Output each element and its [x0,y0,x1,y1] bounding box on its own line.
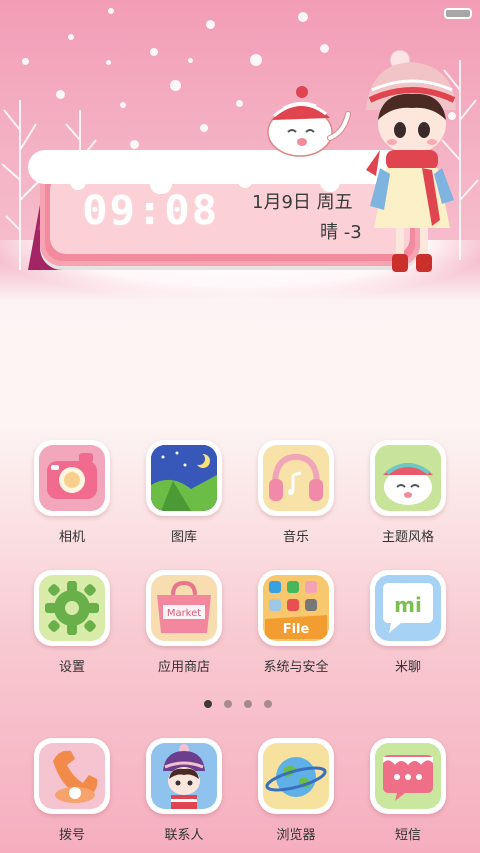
app-label: 联系人 [164,828,204,843]
app-label: 短信 [394,828,421,843]
app-store[interactable]: Market 应用商店 [136,570,232,675]
app-music[interactable]: 音乐 [248,440,344,545]
app-label: 米聊 [394,660,421,675]
app-label: 浏览器 [276,828,316,843]
gallery-icon [151,445,217,511]
app-label: 图库 [170,530,197,545]
app-browser[interactable]: 浏览器 [248,738,344,843]
gear-icon [39,575,105,641]
svg-text:File: File [283,622,310,637]
app-label: 拨号 [58,828,85,843]
app-gallery[interactable]: 图库 [136,440,232,545]
app-themes[interactable]: 主题风格 [360,440,456,545]
page-dot[interactable] [204,700,212,708]
page-dot[interactable] [244,700,252,708]
app-label: 音乐 [282,530,309,545]
app-label: 主题风格 [381,530,434,545]
app-label: 系统与安全 [263,660,329,675]
message-icon [375,743,441,809]
phone-icon [39,743,105,809]
app-label: 设置 [58,660,85,675]
theme-cat-icon [375,445,441,511]
app-label: 应用商店 [157,660,210,675]
file-manager-icon: File [263,575,329,641]
weather-text: 晴 -3 [320,222,362,243]
svg-text:Market: Market [167,608,201,619]
page-dot[interactable] [224,700,232,708]
contacts-icon [151,743,217,809]
page-dot[interactable] [264,700,272,708]
headphones-icon [263,445,329,511]
clock-date: 1月9日 周五 [252,192,353,213]
page-indicator[interactable] [204,700,278,710]
app-label: 相机 [58,530,85,545]
battery-icon [444,8,472,19]
app-phone[interactable]: 拨号 [24,738,120,843]
cat-character-icon [267,86,351,157]
app-contacts[interactable]: 联系人 [136,738,232,843]
chat-bubble-icon: mi [375,575,441,641]
camera-icon [39,445,105,511]
app-messages[interactable]: 短信 [360,738,456,843]
app-security[interactable]: File 系统与安全 [248,570,344,675]
shopping-bag-icon: Market [151,575,217,641]
clock-time[interactable]: 09:08 [82,188,240,238]
globe-icon [263,743,329,809]
app-mitalk[interactable]: mi 米聊 [360,570,456,675]
girl-character-icon [366,50,456,272]
app-settings[interactable]: 设置 [24,570,120,675]
app-camera[interactable]: 相机 [24,440,120,545]
svg-text:mi: mi [394,593,422,617]
